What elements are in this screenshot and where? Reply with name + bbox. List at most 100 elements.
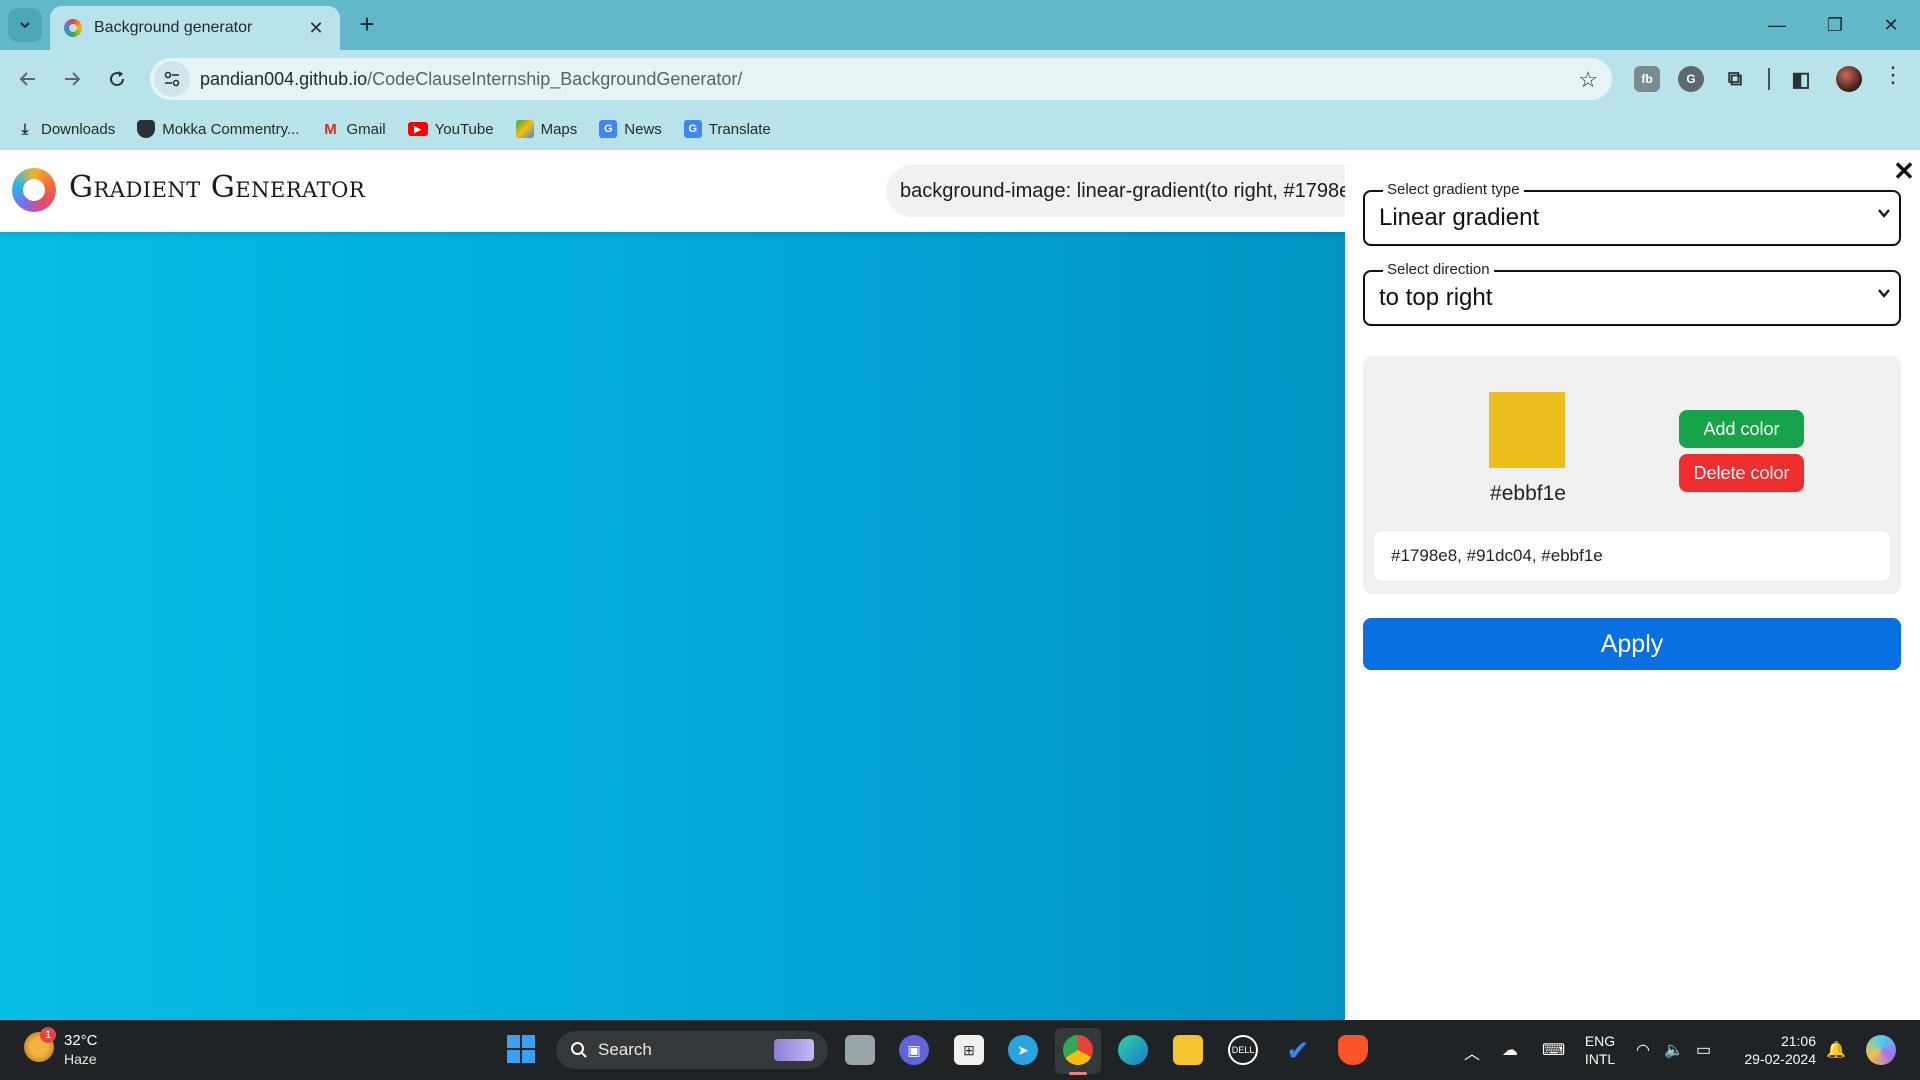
battery-icon[interactable]: ▭ xyxy=(1696,1040,1711,1060)
tab-title: Background generator xyxy=(94,19,253,36)
bookmark-star-icon[interactable]: ☆ xyxy=(1578,67,1598,93)
clock-time: 21:06 xyxy=(1780,1033,1816,1049)
chrome-icon[interactable] xyxy=(1063,1035,1093,1065)
volume-icon[interactable]: 🔈 xyxy=(1664,1040,1684,1060)
forward-button[interactable] xyxy=(56,63,88,95)
bookmark-label: News xyxy=(624,120,662,138)
chevron-down-icon xyxy=(1878,289,1890,298)
back-button[interactable] xyxy=(12,63,44,95)
weather-badge: 1 xyxy=(40,1027,56,1043)
bookmark-news[interactable]: G News xyxy=(599,120,662,138)
bookmark-maps[interactable]: Maps xyxy=(515,120,578,138)
site-favicon-icon xyxy=(64,19,82,37)
restore-button[interactable]: ❐ xyxy=(1806,0,1864,50)
teams-chat-icon[interactable]: ▣ xyxy=(899,1035,929,1065)
language-indicator[interactable]: ENG INTL xyxy=(1582,1032,1618,1068)
direction-select[interactable]: Select direction to top right xyxy=(1363,261,1901,326)
colors-list-input[interactable]: #1798e8, #91dc04, #ebbf1e xyxy=(1375,531,1889,581)
notification-bell-icon[interactable]: 🔔 xyxy=(1826,1040,1846,1060)
color-swatch[interactable] xyxy=(1489,392,1565,468)
chevron-down-icon xyxy=(1878,209,1890,218)
bookmark-label: Downloads xyxy=(41,120,116,138)
css-output-box[interactable]: background-image: linear-gradient(to rig… xyxy=(886,165,1345,217)
search-icon xyxy=(571,1042,587,1058)
url-path: /CodeClauseInternship_BackgroundGenerato… xyxy=(367,68,743,89)
reload-button[interactable] xyxy=(101,63,133,95)
page-title: Gradient Generator xyxy=(69,170,366,205)
bookmark-label: Maps xyxy=(540,120,578,138)
direction-value: to top right xyxy=(1379,284,1493,311)
tab-search-button[interactable] xyxy=(8,8,42,42)
delete-color-button[interactable]: Delete color xyxy=(1679,454,1804,492)
browser-tab-active[interactable]: Background generator ✕ xyxy=(50,6,340,50)
extension-grammarly-icon[interactable]: G xyxy=(1678,66,1704,92)
taskbar-search[interactable]: Search xyxy=(556,1031,828,1069)
clock[interactable]: 21:06 29-02-2024 xyxy=(1732,1032,1816,1068)
download-icon: ⤓ xyxy=(21,120,29,138)
maps-icon xyxy=(515,120,534,138)
bookmarks-bar: ⤓ Downloads Mokka Commentry... M Gmail ▶… xyxy=(0,108,1920,150)
side-panel-icon[interactable]: ◧ xyxy=(1788,66,1814,92)
youtube-icon: ▶ xyxy=(407,122,428,136)
url-text: pandian004.github.io/CodeClauseInternshi… xyxy=(200,69,742,90)
browser-toolbar: pandian004.github.io/CodeClauseInternshi… xyxy=(0,50,1920,108)
bookmark-mokka[interactable]: Mokka Commentry... xyxy=(137,120,299,138)
microsoft-store-icon[interactable]: ⊞ xyxy=(954,1035,984,1065)
bookmark-translate[interactable]: G Translate xyxy=(683,120,771,138)
gradient-preview-area xyxy=(0,150,1345,1020)
swatch-hex-label: #ebbf1e xyxy=(1490,482,1566,505)
direction-label: Select direction xyxy=(1383,261,1494,278)
extension-fb-icon[interactable]: fb xyxy=(1634,66,1660,92)
settings-panel: ✕ Select gradient type Linear gradient S… xyxy=(1345,150,1920,1020)
site-settings-icon[interactable] xyxy=(154,61,190,97)
close-tab-icon[interactable]: ✕ xyxy=(306,18,326,39)
web-page: Gradient Generator background-image: lin… xyxy=(0,150,1920,1020)
gradient-type-value: Linear gradient xyxy=(1379,204,1540,231)
bookmark-gmail[interactable]: M Gmail xyxy=(321,120,385,138)
active-app-indicator xyxy=(1069,1072,1087,1075)
minimize-button[interactable]: — xyxy=(1748,0,1806,50)
windows-logo-icon xyxy=(507,1035,535,1063)
forward-arrow-icon xyxy=(65,72,81,86)
shield-icon xyxy=(137,120,156,138)
extensions-puzzle-icon[interactable]: ⧉ xyxy=(1722,66,1748,92)
weather-desc: Haze xyxy=(64,1051,97,1067)
lang-line2: INTL xyxy=(1584,1051,1616,1067)
telegram-icon[interactable]: ➤ xyxy=(1008,1035,1038,1065)
url-host: pandian004.github.io xyxy=(200,68,368,89)
add-color-button[interactable]: Add color xyxy=(1679,410,1804,448)
browser-tab-strip: Background generator ✕ + — ❐ ✕ xyxy=(0,0,1920,50)
chevron-up-icon[interactable]: ︿ xyxy=(1464,1040,1480,1064)
edge-icon[interactable] xyxy=(1118,1035,1148,1065)
dell-icon[interactable]: DELL xyxy=(1228,1035,1258,1065)
lang-line1: ENG xyxy=(1584,1033,1616,1049)
gradient-type-select[interactable]: Select gradient type Linear gradient xyxy=(1363,181,1901,246)
gradient-type-label: Select gradient type xyxy=(1383,181,1524,198)
apply-button[interactable]: Apply xyxy=(1363,618,1901,670)
menu-kebab-icon[interactable]: ⋮ xyxy=(1882,62,1904,88)
windows-taskbar: 1 32°C Haze Search ▣ ⊞ ➤ DELL ✔ ︿ ☁ ⌨ EN… xyxy=(0,1020,1920,1080)
file-explorer-icon[interactable] xyxy=(1173,1035,1203,1065)
profile-avatar[interactable] xyxy=(1836,66,1862,92)
wifi-icon[interactable]: ◠ xyxy=(1636,1040,1650,1060)
onedrive-icon[interactable]: ☁ xyxy=(1502,1040,1518,1060)
new-tab-button[interactable]: + xyxy=(352,10,382,40)
copilot-icon[interactable] xyxy=(1866,1035,1896,1065)
weather-temp: 32°C xyxy=(64,1032,98,1049)
close-window-button[interactable]: ✕ xyxy=(1862,0,1920,50)
start-button[interactable] xyxy=(506,1034,536,1064)
css-output-text: background-image: linear-gradient(to rig… xyxy=(900,179,1345,202)
keyboard-icon[interactable]: ⌨ xyxy=(1542,1040,1565,1060)
site-header: Gradient Generator background-image: lin… xyxy=(0,150,1345,232)
todo-check-icon[interactable]: ✔ xyxy=(1283,1035,1313,1066)
bookmark-youtube[interactable]: ▶ YouTube xyxy=(407,121,494,138)
brave-icon[interactable] xyxy=(1338,1035,1368,1065)
reload-icon xyxy=(110,71,125,87)
task-view-icon[interactable] xyxy=(845,1035,875,1065)
color-editor-card: #ebbf1e Add color Delete color #1798e8, … xyxy=(1363,356,1901,594)
close-panel-icon[interactable]: ✕ xyxy=(1890,156,1918,187)
bookmark-downloads[interactable]: ⤓ Downloads xyxy=(16,120,116,138)
clock-date: 29-02-2024 xyxy=(1744,1051,1816,1067)
bookmark-label: Gmail xyxy=(346,120,386,138)
address-bar[interactable]: pandian004.github.io/CodeClauseInternshi… xyxy=(150,58,1612,100)
